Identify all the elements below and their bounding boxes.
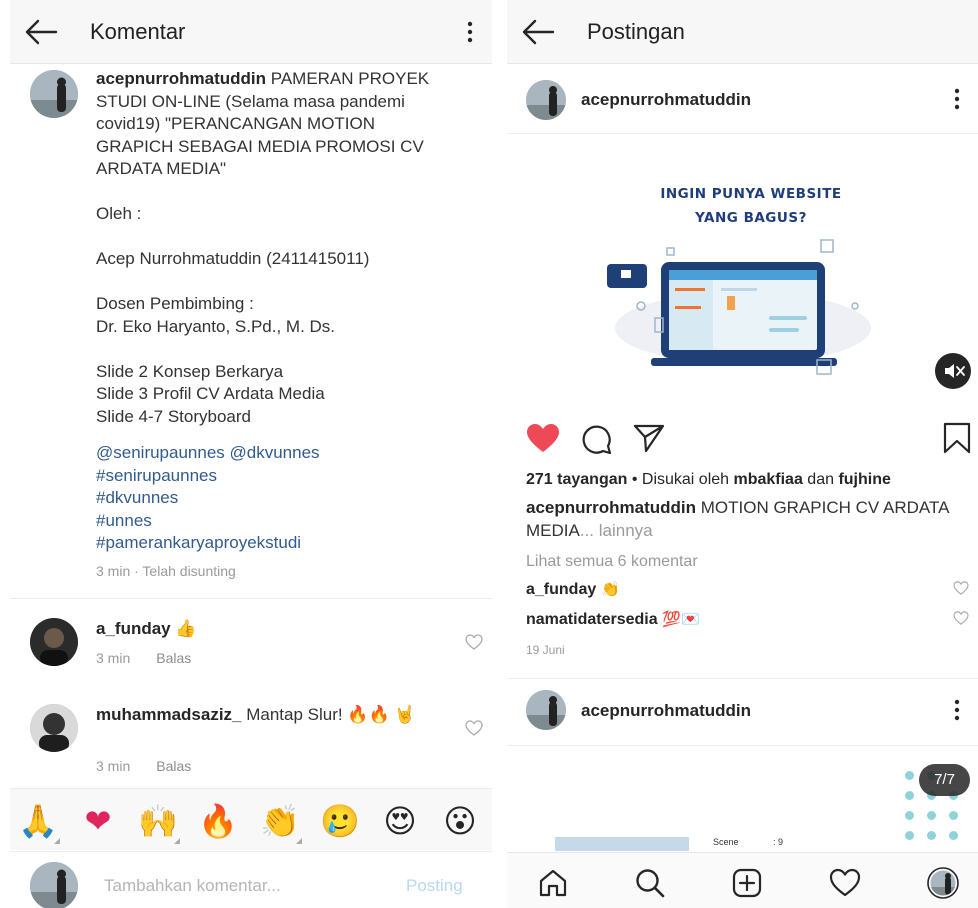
caption-text: acepnurrohmatuddin PAMERAN PROYEK STUDI … — [96, 68, 456, 428]
post-panel: Postingan acepnurrohmatuddin INGIN PUNYA… — [507, 0, 978, 908]
media-headline: INGIN PUNYA WEBSITE YANG BAGUS? — [660, 186, 842, 226]
reply-button[interactable]: Balas — [156, 650, 191, 666]
like-comment-icon[interactable] — [953, 581, 969, 595]
caption-username[interactable]: acepnurrohmatuddin — [96, 69, 266, 88]
post-media[interactable]: INGIN PUNYA WEBSITE YANG BAGUS? — [507, 136, 978, 408]
comment-input[interactable] — [104, 874, 384, 898]
caption-body: PAMERAN PROYEK STUDI ON-LINE (Selama mas… — [96, 69, 430, 426]
home-icon[interactable] — [537, 867, 569, 899]
comment-meta: 3 min Balas — [96, 650, 191, 666]
avatar — [30, 862, 78, 908]
comment-body: 👏 — [596, 580, 620, 598]
avatar[interactable] — [526, 690, 566, 730]
emoji-heart[interactable]: ❤ — [78, 801, 118, 841]
comment-username[interactable]: a_funday — [96, 619, 171, 638]
emoji-quick-bar: 🙏 ❤ 🙌 🔥 👏 🥲 😍 😮 — [10, 788, 492, 850]
more-options-icon[interactable] — [954, 88, 960, 110]
avatar[interactable] — [30, 70, 78, 118]
avatar[interactable] — [30, 618, 78, 666]
activity-heart-icon[interactable] — [829, 867, 861, 899]
emoji-surprised[interactable]: 😮 — [440, 801, 480, 841]
post-username[interactable]: acepnurrohmatuddin — [581, 701, 751, 721]
new-post-icon[interactable] — [731, 867, 763, 899]
post-caption: acepnurrohmatuddin MOTION GRAPICH CV ARD… — [526, 496, 966, 542]
profile-avatar-icon[interactable] — [927, 867, 959, 899]
comment-text: muhammadsaziz_ Mantap Slur! 🔥🔥 🤘 — [96, 704, 416, 727]
emoji-fire[interactable]: 🔥 — [198, 801, 238, 841]
search-icon[interactable] — [634, 867, 666, 899]
post-username[interactable]: acepnurrohmatuddin — [581, 90, 751, 110]
comment-username[interactable]: a_funday — [526, 581, 596, 598]
comment-body: Mantap Slur! 🔥🔥 🤘 — [241, 705, 416, 724]
like-heart-icon[interactable] — [526, 423, 560, 453]
emoji-raised-hands[interactable]: 🙌 — [138, 801, 180, 844]
liked-by-label: • Disukai oleh — [627, 471, 734, 488]
likes-summary[interactable]: 271 tayangan • Disukai oleh mbakfiaa dan… — [526, 471, 891, 489]
view-all-comments-link[interactable]: Lihat semua 6 komentar — [526, 553, 698, 571]
scene-label: Scene — [713, 837, 739, 847]
back-arrow-icon[interactable] — [521, 18, 555, 46]
like-comment-icon[interactable] — [465, 634, 483, 650]
post-comment-button[interactable]: Posting — [406, 876, 463, 896]
emoji-pray[interactable]: 🙏 — [18, 801, 60, 844]
post-topbar: Postingan — [507, 0, 978, 64]
comment-icon[interactable] — [581, 424, 613, 454]
emoji-heart-eyes[interactable]: 😍 — [380, 801, 420, 841]
comments-topbar: Komentar — [10, 0, 492, 64]
scene-number: : 9 — [773, 837, 784, 847]
post-media[interactable]: 7/7 Scene : 9 — [507, 747, 978, 851]
post-date: 19 Juni — [526, 643, 565, 657]
comment-text: a_funday 👍 — [96, 618, 416, 641]
preview-comment: namatidatersedia 💯💌 — [526, 610, 700, 629]
comments-panel: Komentar acepnurrohmatuddin PAMERAN PROY… — [10, 0, 492, 908]
avatar[interactable] — [30, 704, 78, 752]
mute-audio-icon[interactable] — [935, 353, 971, 389]
page-title: Komentar — [90, 19, 186, 44]
more-options-icon[interactable] — [954, 699, 960, 721]
bookmark-icon[interactable] — [943, 422, 971, 454]
avatar[interactable] — [526, 80, 566, 120]
comment-username[interactable]: namatidatersedia — [526, 611, 658, 628]
page-title: Postingan — [587, 19, 685, 44]
comment-time: 3 min — [96, 758, 131, 774]
emoji-clap[interactable]: 👏 — [260, 801, 302, 844]
views-count: 271 tayangan — [526, 471, 628, 488]
caption-tags[interactable]: @senirupaunnes @dkvunnes #senirupaunnes … — [96, 442, 320, 555]
like-comment-icon[interactable] — [465, 720, 483, 736]
liked-by-join: dan — [802, 471, 839, 488]
like-comment-icon[interactable] — [953, 611, 969, 625]
post-header: acepnurrohmatuddin — [507, 66, 978, 134]
comment-time: 3 min — [96, 650, 131, 666]
post-actions — [507, 420, 978, 460]
comment-composer: Posting — [10, 851, 492, 908]
share-send-icon[interactable] — [633, 424, 665, 454]
comment-body: 👍 — [170, 619, 197, 638]
emoji-crying-face[interactable]: 🥲 — [320, 801, 360, 841]
caption-username[interactable]: acepnurrohmatuddin — [526, 498, 696, 517]
bottom-navigation — [507, 852, 978, 908]
comment-username[interactable]: muhammadsaziz_ — [96, 705, 242, 724]
website-illustration — [607, 239, 871, 375]
liker-name[interactable]: fujhine — [838, 471, 890, 488]
back-arrow-icon[interactable] — [24, 18, 58, 46]
comment-body: 💯💌 — [657, 610, 700, 628]
reply-button[interactable]: Balas — [156, 758, 191, 774]
post-header: acepnurrohmatuddin — [507, 678, 978, 746]
carousel-counter: 7/7 — [919, 764, 970, 796]
caption-meta: 3 min · Telah disunting — [96, 563, 236, 579]
storyboard-frame — [555, 837, 689, 851]
comment-meta: 3 min Balas — [96, 758, 191, 774]
more-options-icon[interactable] — [466, 20, 474, 44]
divider — [10, 598, 492, 599]
preview-comment: a_funday 👏 — [526, 580, 620, 599]
more-link[interactable]: ... lainnya — [580, 521, 653, 540]
liker-name[interactable]: mbakfiaa — [733, 471, 802, 488]
